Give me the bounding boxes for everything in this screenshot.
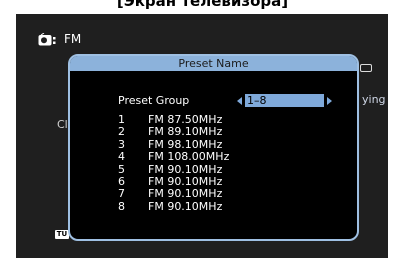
preset-group-selector[interactable]: 1–8 <box>245 94 324 107</box>
preset-number: 2 <box>118 125 125 139</box>
background-text-left: Cl <box>57 118 68 131</box>
preset-name-dialog: Preset Name Preset Group 1–8 1 FM 87.50M… <box>68 54 359 241</box>
screen-caption: [Экран телевизора] <box>116 0 289 10</box>
preset-item[interactable]: 2 FM 89.10MHz <box>118 125 298 139</box>
preset-item[interactable]: 8 FM 90.10MHz <box>118 199 298 213</box>
background-text-right: ying <box>362 93 386 106</box>
preset-frequency: FM 89.10MHz <box>148 125 223 139</box>
arrow-left-icon[interactable] <box>237 97 242 105</box>
preset-frequency: FM 90.10MHz <box>148 199 223 213</box>
dialog-title: Preset Name <box>70 56 357 71</box>
preset-frequency: FM 90.10MHz <box>148 187 223 201</box>
preset-group-label: Preset Group <box>118 94 190 107</box>
tuner-icon <box>38 33 56 46</box>
preset-group-row: Preset Group 1–8 <box>118 94 348 108</box>
display-icon <box>360 64 372 72</box>
preset-frequency: FM 108.00MHz <box>148 150 230 164</box>
preset-item[interactable]: 4 FM 108.00MHz <box>118 150 298 164</box>
preset-number: 8 <box>118 199 125 213</box>
preset-list: 1 FM 87.50MHz 2 FM 89.10MHz 3 FM 98.10MH… <box>118 113 298 213</box>
preset-item[interactable]: 7 FM 90.10MHz <box>118 187 298 201</box>
preset-number: 4 <box>118 150 125 164</box>
tu-badge-icon: TU <box>55 230 69 239</box>
arrow-right-icon[interactable] <box>327 97 332 105</box>
preset-number: 7 <box>118 187 125 201</box>
source-label: FM <box>64 32 82 46</box>
